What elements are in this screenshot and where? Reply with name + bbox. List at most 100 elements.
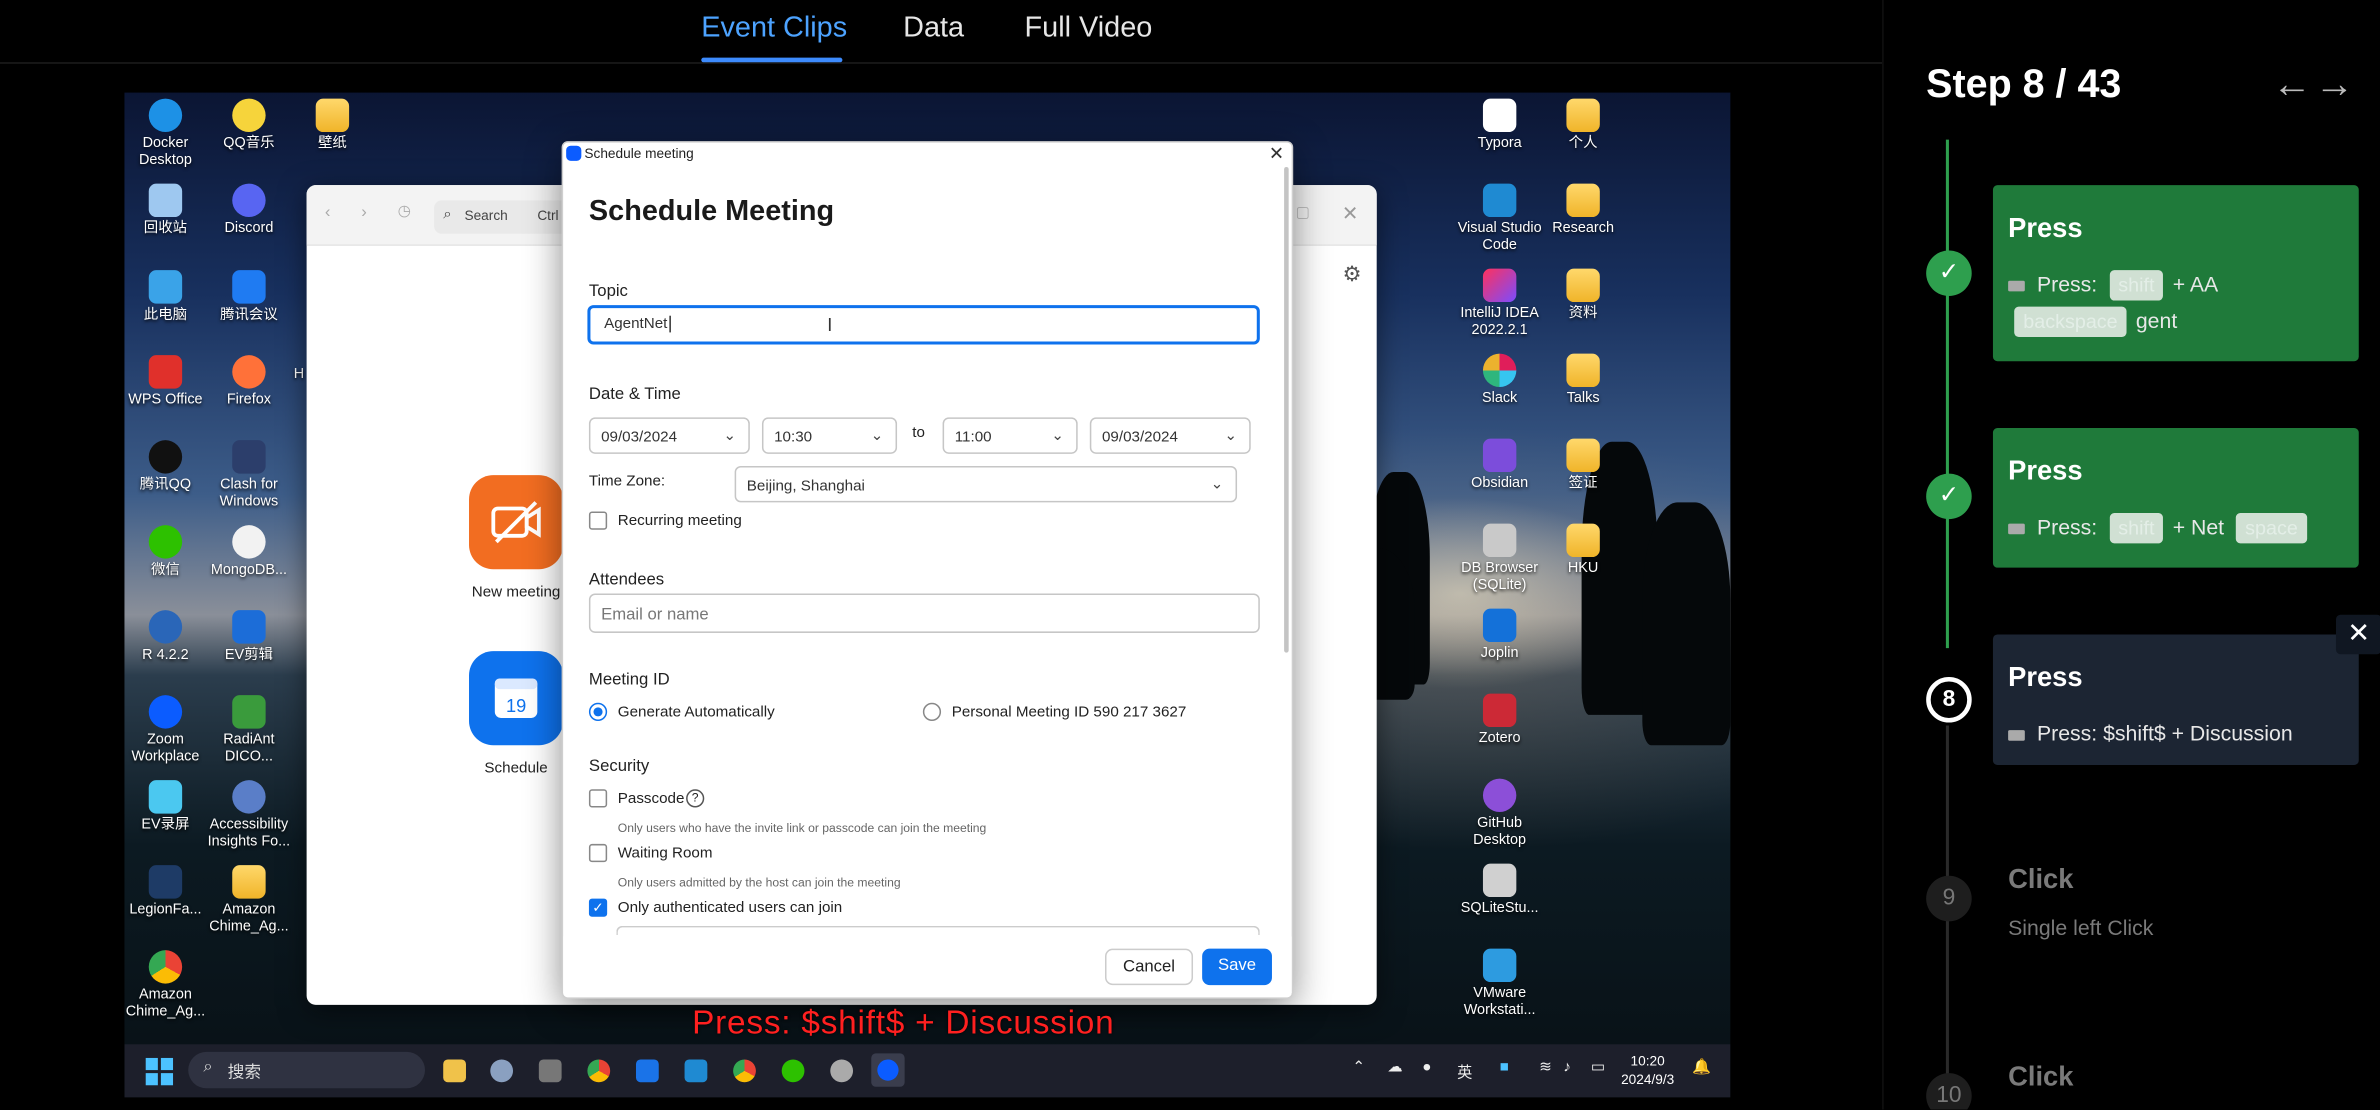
desktop-icon-recycle-bin[interactable]: 回收站 bbox=[124, 183, 209, 237]
history-icon[interactable]: ◷ bbox=[398, 203, 411, 220]
ime-indicator[interactable]: 英 bbox=[1457, 1059, 1472, 1083]
tab-data[interactable]: Data bbox=[903, 12, 964, 45]
windows-start-icon[interactable] bbox=[145, 1057, 174, 1086]
desktop-icon-clash[interactable]: Clash for Windows bbox=[205, 440, 293, 510]
desktop-icon-qq[interactable]: 腾讯QQ bbox=[124, 440, 209, 493]
waiting-room-checkbox[interactable] bbox=[588, 843, 608, 863]
desktop-icon-this-pc[interactable]: 此电脑 bbox=[124, 270, 209, 323]
step-card-press[interactable]: Press Press: shift + Net space bbox=[1992, 428, 2359, 568]
start-time-select[interactable]: 10:30 ⌄ bbox=[761, 417, 898, 454]
step-title[interactable]: Click bbox=[2008, 1061, 2073, 1093]
file-explorer-icon[interactable] bbox=[443, 1059, 466, 1083]
wifi-icon[interactable]: ≋ bbox=[1539, 1059, 1552, 1076]
desktop-icon-talks[interactable]: Talks bbox=[1539, 353, 1627, 407]
desktop-icon-personal[interactable]: 个人 bbox=[1539, 98, 1627, 152]
desktop-icon-qq-music[interactable]: QQ音乐 bbox=[205, 98, 293, 152]
notification-bell-icon[interactable]: 🔔 bbox=[1692, 1059, 1711, 1076]
step-title[interactable]: Click bbox=[2008, 864, 2073, 896]
desktop-icon-docker[interactable]: Docker Desktop bbox=[124, 98, 209, 168]
desktop-icon-joplin[interactable]: Joplin bbox=[1456, 608, 1544, 662]
prev-step-arrow-icon[interactable]: ← bbox=[2272, 61, 2311, 108]
help-icon[interactable]: ? bbox=[686, 789, 705, 808]
end-date-select[interactable]: 09/03/2024 ⌄ bbox=[1089, 417, 1251, 454]
desktop-icon-obsidian[interactable]: Obsidian bbox=[1456, 438, 1544, 492]
back-arrow-icon[interactable]: ‹ bbox=[325, 203, 331, 221]
gear-icon[interactable] bbox=[830, 1059, 854, 1083]
desktop-icon-github[interactable]: GitHub Desktop bbox=[1456, 778, 1544, 848]
timezone-select[interactable]: Beijing, Shanghai ⌄ bbox=[734, 465, 1238, 503]
desktop-icon-accessibility[interactable]: Accessibility Insights Fo... bbox=[205, 780, 293, 850]
desktop-icon-visa[interactable]: 签证 bbox=[1539, 438, 1627, 492]
gear-icon[interactable]: ⚙ bbox=[1342, 261, 1361, 287]
desktop-icon-wallpaper[interactable]: 壁纸 bbox=[288, 98, 376, 152]
desktop-icon-legion[interactable]: LegionFa... bbox=[124, 865, 209, 918]
chrome-icon[interactable] bbox=[587, 1059, 611, 1083]
desktop-icon-zotero[interactable]: Zotero bbox=[1456, 693, 1544, 747]
step-card-press[interactable]: Press Press: shift + AA backspace gent bbox=[1992, 185, 2359, 362]
speaker-icon[interactable]: ♪ bbox=[1563, 1059, 1571, 1076]
desktop-icon-amazon-chime-folder[interactable]: Amazon Chime_Ag... bbox=[205, 865, 293, 935]
chrome-profile-icon[interactable] bbox=[733, 1059, 756, 1083]
taskbar-clock[interactable]: 10:20 2024/9/3 bbox=[1621, 1052, 1674, 1088]
desktop-icon-ev-edit[interactable]: EV剪辑 bbox=[205, 610, 293, 663]
desktop-icon-vmware[interactable]: VMware Workstati... bbox=[1456, 948, 1544, 1019]
personal-meeting-id-radio[interactable] bbox=[922, 702, 942, 721]
topic-input[interactable]: AgentNet I bbox=[587, 305, 1260, 345]
passcode-checkbox[interactable] bbox=[588, 789, 608, 808]
attendees-input[interactable]: Email or name bbox=[588, 593, 1260, 633]
desktop-icon-zoom[interactable]: Zoom Workplace bbox=[124, 695, 209, 765]
start-date-select[interactable]: 09/03/2024 ⌄ bbox=[588, 417, 750, 454]
desktop-icon-hku[interactable]: HKU bbox=[1539, 523, 1627, 577]
close-icon[interactable]: ✕ bbox=[2335, 614, 2380, 655]
desktop-icon-vscode[interactable]: Visual Studio Code bbox=[1456, 183, 1544, 253]
desktop-icon-ev-record[interactable]: EV录屏 bbox=[124, 780, 209, 833]
video-frame[interactable]: Docker Desktop QQ音乐 壁纸 回收站 Discord 此电脑 腾… bbox=[124, 92, 1731, 1098]
battery-icon[interactable]: ▭ bbox=[1591, 1059, 1605, 1076]
app-tray-icon[interactable]: ■ bbox=[1500, 1059, 1509, 1076]
desktop-icon-intellij[interactable]: IntelliJ IDEA 2022.2.1 bbox=[1456, 268, 1544, 338]
outlook-icon[interactable] bbox=[635, 1059, 659, 1083]
desktop-icon-amazon-chime-chrome[interactable]: Amazon Chime_Ag... bbox=[124, 950, 209, 1020]
close-icon[interactable]: ✕ bbox=[1342, 202, 1359, 226]
desktop-icon-radiant[interactable]: RadiAnt DICO... bbox=[205, 695, 293, 765]
desktop-icon-materials[interactable]: 资料 bbox=[1539, 268, 1627, 322]
zoom-icon bbox=[148, 695, 183, 729]
desktop-icon-typora[interactable]: Typora bbox=[1456, 98, 1544, 152]
desktop-icon-db-browser[interactable]: DB Browser (SQLite) bbox=[1456, 523, 1544, 593]
wechat-icon[interactable] bbox=[781, 1059, 805, 1083]
dialog-scrollbar[interactable] bbox=[1283, 166, 1292, 660]
schedule-button[interactable]: 19 bbox=[469, 651, 564, 746]
desktop-icon-wps[interactable]: WPS Office bbox=[124, 355, 209, 408]
cancel-button[interactable]: Cancel bbox=[1105, 948, 1194, 986]
taskbar-search[interactable]: ⌕ 搜索 bbox=[188, 1051, 425, 1089]
next-step-arrow-icon[interactable]: → bbox=[2315, 61, 2354, 108]
step-card-current[interactable]: Press Press: $shift$ + Discussion bbox=[1992, 634, 2359, 765]
vscode-icon[interactable] bbox=[684, 1059, 708, 1083]
chevron-up-icon[interactable]: ⌃ bbox=[1352, 1059, 1365, 1076]
network-app-icon[interactable]: ● bbox=[1422, 1059, 1431, 1076]
desktop-icon-sqlite-studio[interactable]: SQLiteStu... bbox=[1456, 863, 1544, 917]
cloud-icon[interactable]: ☁ bbox=[1387, 1059, 1402, 1076]
desktop-icon-discord[interactable]: Discord bbox=[205, 183, 293, 237]
zoom-taskbar-active[interactable] bbox=[871, 1053, 905, 1087]
save-button[interactable]: Save bbox=[1202, 948, 1272, 986]
desktop-icon-r[interactable]: R 4.2.2 bbox=[124, 610, 209, 663]
settings-icon[interactable] bbox=[490, 1059, 514, 1083]
desktop-icon-tencent-meeting[interactable]: 腾讯会议 bbox=[205, 270, 293, 323]
desktop-icon-research[interactable]: Research bbox=[1539, 183, 1627, 237]
maximize-icon[interactable]: ▢ bbox=[1296, 205, 1310, 222]
tab-full-video[interactable]: Full Video bbox=[1025, 12, 1153, 45]
app-icon[interactable] bbox=[538, 1059, 562, 1083]
desktop-icon-wechat[interactable]: 微信 bbox=[124, 525, 209, 578]
desktop-icon-firefox[interactable]: Firefox bbox=[205, 355, 293, 408]
desktop-icon-mongodb[interactable]: MongoDB... bbox=[205, 525, 293, 578]
recurring-checkbox[interactable] bbox=[588, 511, 608, 530]
desktop-icon-slack[interactable]: Slack bbox=[1456, 353, 1544, 407]
dialog-close-icon[interactable]: ✕ bbox=[1269, 143, 1284, 164]
authenticated-users-checkbox[interactable]: ✓ bbox=[588, 898, 608, 917]
generate-automatically-radio[interactable] bbox=[588, 702, 608, 721]
end-time-select[interactable]: 11:00 ⌄ bbox=[942, 417, 1078, 454]
tab-event-clips[interactable]: Event Clips bbox=[701, 12, 847, 45]
forward-arrow-icon[interactable]: › bbox=[361, 203, 367, 221]
new-meeting-button[interactable] bbox=[469, 475, 564, 570]
